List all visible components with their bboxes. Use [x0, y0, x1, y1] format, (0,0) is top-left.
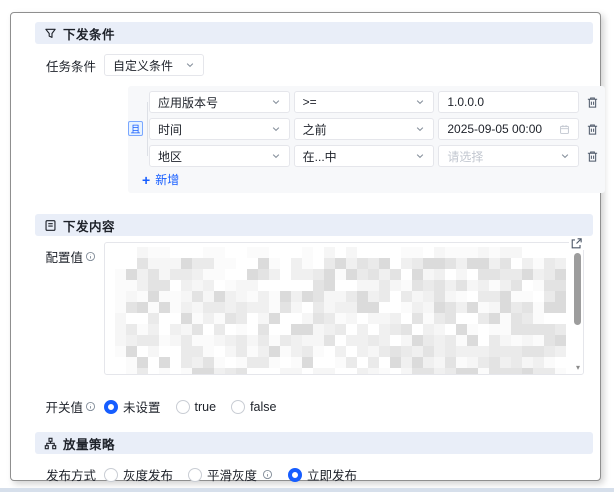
- delete-condition-button[interactable]: [583, 118, 601, 140]
- condition-operator-value: 之前: [303, 121, 327, 138]
- radio-option-gray-release[interactable]: 灰度发布: [104, 465, 173, 484]
- condition-field-value: 时间: [158, 121, 182, 138]
- section-header-content: 下发内容: [35, 214, 593, 236]
- chevron-down-icon: [271, 151, 281, 161]
- delete-condition-button[interactable]: [583, 91, 601, 113]
- chevron-down-icon: [271, 97, 281, 107]
- section-header-strategy: 放量策略: [35, 432, 593, 454]
- info-icon[interactable]: [85, 251, 96, 262]
- radio-option-smooth-gray[interactable]: 平滑灰度: [188, 465, 273, 484]
- chevron-down-icon: [415, 124, 425, 134]
- expand-editor-button[interactable]: [569, 236, 584, 250]
- condition-row: 应用版本号 >= 1.0.0.0: [149, 91, 601, 113]
- filter-icon: [44, 27, 57, 40]
- switch-value-label: 开关值: [35, 397, 96, 416]
- config-value-label: 配置值: [35, 242, 96, 266]
- task-condition-label: 任务条件: [35, 56, 96, 75]
- section-title: 放量策略: [63, 434, 115, 453]
- chevron-down-icon: [271, 124, 281, 134]
- info-icon[interactable]: [262, 469, 273, 480]
- page-background-strip: [0, 488, 614, 492]
- radio-label: false: [250, 400, 276, 414]
- radio-option-false[interactable]: false: [231, 400, 276, 414]
- task-condition-value: 自定义条件: [113, 57, 173, 74]
- condition-value-input[interactable]: 1.0.0.0: [438, 91, 579, 113]
- radio-label: 未设置: [123, 397, 161, 416]
- calendar-icon: [559, 124, 570, 135]
- radio-icon: [288, 468, 302, 482]
- radio-label: 平滑灰度: [207, 465, 257, 484]
- publish-method-label: 发布方式: [35, 465, 96, 484]
- section-title: 下发内容: [63, 216, 115, 235]
- condition-field-select[interactable]: 时间: [149, 118, 290, 140]
- switch-value-label-text: 开关值: [45, 397, 83, 416]
- section-title: 下发条件: [63, 24, 115, 43]
- scrollbar-down-arrow[interactable]: ▾: [576, 364, 580, 372]
- radio-label: 立即发布: [307, 465, 357, 484]
- condition-operator-select[interactable]: >=: [294, 91, 435, 113]
- radio-option-unset[interactable]: 未设置: [104, 397, 161, 416]
- radio-icon: [188, 468, 202, 482]
- document-icon: [44, 219, 57, 232]
- chevron-down-icon: [415, 97, 425, 107]
- info-icon[interactable]: [85, 401, 96, 412]
- trash-icon: [586, 150, 599, 163]
- chevron-down-icon: [560, 151, 570, 161]
- trash-icon: [586, 96, 599, 109]
- condition-date-value: 2025-09-05 00:00: [447, 122, 542, 136]
- condition-builder-panel: 且 应用版本号 >= 1.0.0.0 时间 之前: [128, 86, 605, 193]
- task-condition-select[interactable]: 自定义条件: [104, 54, 204, 76]
- radio-option-true[interactable]: true: [176, 400, 217, 414]
- condition-connector-line: [147, 102, 148, 156]
- config-value-field: ▾: [104, 242, 584, 375]
- form-panel: 下发条件 任务条件 自定义条件 且 应用版本号 >= 1.0.0.0: [10, 12, 601, 481]
- config-value-row: 配置值 ▾: [35, 242, 593, 375]
- config-value-label-text: 配置值: [45, 247, 83, 266]
- delete-condition-button[interactable]: [583, 145, 601, 167]
- publish-method-radio-group: 灰度发布 平滑灰度 立即发布: [104, 465, 357, 484]
- expand-icon: [570, 237, 583, 250]
- radio-icon: [104, 468, 118, 482]
- add-condition-button[interactable]: + 新增: [142, 172, 179, 187]
- condition-operator-value: 在...中: [303, 148, 337, 165]
- condition-operator-select[interactable]: 之前: [294, 118, 435, 140]
- sitemap-icon: [44, 437, 57, 450]
- condition-date-input[interactable]: 2025-09-05 00:00: [438, 118, 579, 140]
- condition-field-select[interactable]: 地区: [149, 145, 290, 167]
- plus-icon: +: [142, 173, 150, 187]
- config-redacted-mosaic: [115, 247, 567, 375]
- condition-operator-select[interactable]: 在...中: [294, 145, 435, 167]
- add-condition-label: 新增: [155, 171, 179, 188]
- config-value-textarea[interactable]: ▾: [104, 242, 584, 375]
- task-condition-row: 任务条件 自定义条件: [35, 54, 593, 76]
- radio-label: 灰度发布: [123, 465, 173, 484]
- condition-row: 时间 之前 2025-09-05 00:00: [149, 118, 601, 140]
- condition-value-select[interactable]: 请选择: [438, 145, 579, 167]
- trash-icon: [586, 123, 599, 136]
- scrollbar-thumb[interactable]: [574, 253, 581, 325]
- switch-value-radio-group: 未设置 true false: [104, 397, 276, 416]
- radio-icon: [104, 400, 118, 414]
- condition-field-value: 应用版本号: [158, 94, 218, 111]
- condition-field-value: 地区: [158, 148, 182, 165]
- radio-icon: [231, 400, 245, 414]
- switch-value-row: 开关值 未设置 true false: [35, 397, 593, 416]
- chevron-down-icon: [415, 151, 425, 161]
- condition-value-placeholder: 请选择: [447, 148, 483, 165]
- radio-icon: [176, 400, 190, 414]
- chevron-down-icon: [185, 60, 195, 70]
- radio-option-immediate-release[interactable]: 立即发布: [288, 465, 357, 484]
- publish-method-label-text: 发布方式: [46, 465, 96, 484]
- condition-value-text: 1.0.0.0: [447, 95, 484, 109]
- condition-field-select[interactable]: 应用版本号: [149, 91, 290, 113]
- condition-row: 地区 在...中 请选择: [149, 145, 601, 167]
- section-header-conditions: 下发条件: [35, 22, 593, 44]
- logic-operator-badge[interactable]: 且: [128, 121, 143, 136]
- radio-label: true: [195, 400, 217, 414]
- publish-method-row: 发布方式 灰度发布 平滑灰度 立即发布: [35, 465, 593, 484]
- condition-operator-value: >=: [303, 95, 317, 109]
